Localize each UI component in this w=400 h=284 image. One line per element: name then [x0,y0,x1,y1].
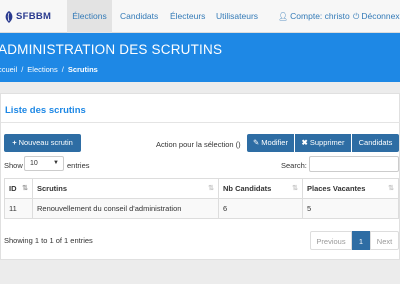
panel-title: Liste des scrutins [5,105,86,116]
search-label: Search: [281,161,307,170]
delete-label: Supprimer [309,138,345,147]
pencil-icon: ✎︎ [253,138,260,147]
pagination: Previous 1 Next [310,231,399,250]
selection-action-label: Action pour la sélection () [156,140,241,149]
power-icon: ⏻︎ [353,12,360,21]
breadcrumb-home[interactable]: ccueil [0,65,17,74]
table-header-row: ID ⇅ Scrutins ⇅ Nb Candidats ⇅ Places Vacan… [4,178,399,199]
entries-label: entries [67,161,90,170]
sort-icon: ⇅ [208,185,214,192]
column-header-id[interactable]: ID ⇅ [4,178,33,199]
cell-scrutin: Renouvellement du conseil d'administrati… [32,198,219,219]
table-row[interactable]: 11 Renouvellement du conseil d'administr… [4,198,399,219]
delete-button[interactable]: ✖︎ Supprimer [295,134,351,152]
breadcrumb: ccueil/Elections/Scrutins [0,65,98,74]
nav-account[interactable]: 👤︎ Compte: christo [278,0,350,33]
page-size-select[interactable]: 10 ▼︎ [24,156,64,171]
page-size-value: 10 [30,160,38,167]
page-1-button[interactable]: 1 [352,231,370,250]
column-header-places-vacantes[interactable]: Places Vacantes ⇅ [302,178,399,199]
previous-page-button[interactable]: Previous [310,231,352,250]
modify-label: Modifier [261,138,288,147]
scrutins-table: ID ⇅ Scrutins ⇅ Nb Candidats ⇅ Places Vacan… [4,178,399,219]
table-info: Showing 1 to 1 of 1 entries [4,236,93,245]
breadcrumb-elections[interactable]: Elections [27,65,57,74]
chevron-down-icon: ▼︎ [53,160,59,166]
selection-button-group: ✎︎ Modifier ✖︎ Supprimer Candidats [247,134,399,152]
column-header-label: ID [9,184,17,193]
column-header-scrutins[interactable]: Scrutins ⇅ [32,178,219,199]
nav-elections[interactable]: Élections [67,0,112,33]
sort-asc-icon: ⇅ [22,185,28,192]
candidates-button[interactable]: Candidats [352,134,399,152]
user-icon: 👤︎ [278,12,289,21]
brand-logo[interactable]: SFBBM [0,0,64,33]
logout-label: Déconnexio [361,11,400,21]
column-header-label: Scrutins [37,184,68,193]
account-label: Compte: christo [290,11,350,21]
cell-places-vacantes: 5 [302,198,399,219]
modify-button[interactable]: ✎︎ Modifier [247,134,294,152]
column-header-label: Nb Candidats [223,184,272,193]
close-icon: ✖︎ [301,138,308,147]
show-label: Show [4,161,23,170]
top-navbar: SFBBM Élections Candidats Électeurs Util… [0,0,400,33]
page-header: ADMINISTRATION DES SCRUTINS ccueil/Elect… [0,33,400,82]
nav-logout[interactable]: ⏻︎Déconnexio [353,0,400,33]
cell-id: 11 [4,198,33,219]
breadcrumb-current: Scrutins [67,65,98,74]
scrutins-panel: Liste des scrutins + Nouveau scrutin Acti… [0,93,400,260]
search-input[interactable] [309,156,399,172]
column-header-label: Places Vacantes [307,184,366,193]
plus-icon: + [12,138,17,147]
breadcrumb-separator: / [61,65,64,74]
breadcrumb-separator: / [21,65,24,74]
page-title: ADMINISTRATION DES SCRUTINS [0,42,223,57]
cell-nb-candidats: 6 [218,198,303,219]
brand-name: SFBBM [16,11,52,22]
nav-utilisateurs[interactable]: Utilisateurs [216,0,258,33]
new-scrutin-label: Nouveau scrutin [18,138,73,147]
nav-candidats[interactable]: Candidats [120,0,158,33]
next-page-button[interactable]: Next [370,231,399,250]
sort-icon: ⇅ [292,185,298,192]
divider [1,122,400,123]
sort-icon: ⇅ [388,185,394,192]
new-scrutin-button[interactable]: + Nouveau scrutin [4,134,81,152]
column-header-nb-candidats[interactable]: Nb Candidats ⇅ [218,178,303,199]
logo-icon [4,10,14,23]
nav-electeurs[interactable]: Électeurs [170,0,205,33]
